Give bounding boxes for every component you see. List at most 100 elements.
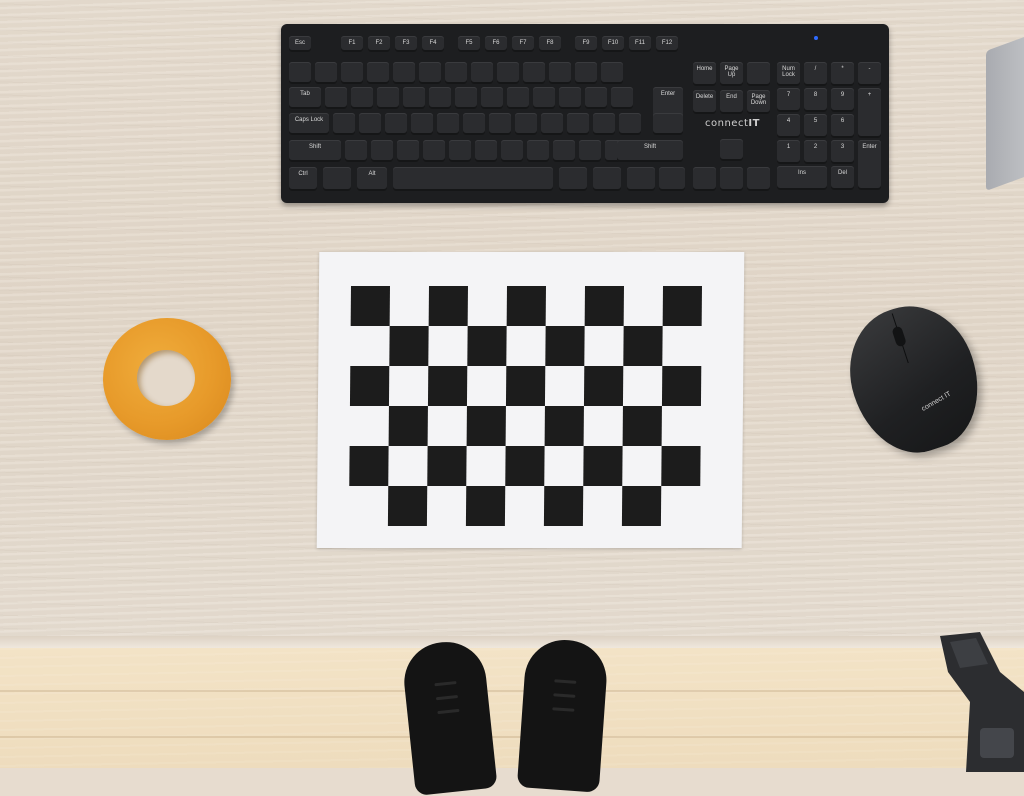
grip-ring-hole (137, 350, 195, 406)
checker-square (349, 446, 389, 486)
keyboard-key (449, 140, 471, 162)
keyboard-key (553, 140, 575, 162)
keyboard-key: Delete (693, 90, 716, 114)
keyboard-key: F11 (629, 36, 651, 52)
keyboard-key (411, 113, 433, 135)
keyboard-key: F7 (512, 36, 534, 52)
keyboard-key (593, 113, 615, 135)
keyboard-key: F5 (458, 36, 480, 52)
shoe-lace (435, 694, 459, 701)
keyboard-key (333, 113, 355, 135)
shoe-lace (553, 693, 576, 698)
keyboard-key (497, 62, 519, 84)
keyboard-key (720, 167, 743, 191)
keyboard-brand-name: connect (705, 118, 749, 129)
checker-square (623, 326, 663, 366)
keyboard-brand: connectIT (705, 118, 760, 129)
checker-square (662, 286, 702, 326)
keyboard-key (315, 62, 337, 84)
checker-square (505, 366, 546, 406)
keyboard-key (527, 140, 549, 162)
mouse-brand: connect IT (920, 390, 953, 413)
keyboard-key (481, 87, 503, 109)
keyboard-key: / (804, 62, 827, 86)
checker-square (622, 406, 662, 446)
keyboard-key (393, 62, 415, 84)
keyboard-key: F3 (395, 36, 417, 52)
keyboard-key (659, 167, 685, 191)
checker-square (467, 326, 507, 366)
keyboard-key (501, 140, 523, 162)
shoe-lace (552, 707, 575, 712)
keyboard-key: F2 (368, 36, 390, 52)
calibration-checkerboard-paper (316, 252, 745, 548)
checker-square (388, 406, 428, 446)
keyboard-key (507, 87, 529, 109)
keyboard-key: F12 (656, 36, 678, 52)
desk-scene: Esc F1 F2 F3 F4 F5 F6 F7 F8 F9 F10 F11 F12 Tab Enter Ca… (0, 0, 1024, 796)
keyboard-key: F9 (575, 36, 597, 52)
keyboard-key (747, 62, 770, 86)
keyboard-key (747, 167, 770, 191)
keyboard: Esc F1 F2 F3 F4 F5 F6 F7 F8 F9 F10 F11 F12 Tab Enter Ca… (281, 24, 889, 203)
keyboard-key (627, 167, 655, 191)
keyboard-key (533, 87, 555, 109)
keyboard-key (559, 87, 581, 109)
keyboard-key: 8 (804, 88, 827, 112)
keyboard-key (423, 140, 445, 162)
checker-square (387, 486, 428, 526)
checker-square (544, 406, 584, 446)
keyboard-key: Del (831, 166, 854, 190)
keyboard-key: Page Down (747, 90, 770, 114)
keyboard-key (289, 62, 311, 84)
keyboard-key (455, 87, 477, 109)
checker-square (584, 286, 624, 326)
keyboard-key: Shift (289, 140, 341, 162)
keyboard-key (720, 139, 743, 161)
keyboard-key: End (720, 90, 743, 114)
keyboard-key: Esc (289, 36, 311, 52)
keyboard-key (549, 62, 571, 84)
keyboard-key (419, 62, 441, 84)
checker-square (506, 286, 546, 326)
keyboard-key: Alt (357, 167, 387, 191)
checker-square (545, 326, 585, 366)
checker-square (428, 286, 468, 326)
right-shoe (516, 637, 610, 793)
keyboard-key (575, 62, 597, 84)
keyboard-key (371, 140, 393, 162)
shoe-lace (554, 679, 577, 684)
keyboard-key (437, 113, 459, 135)
checker-square (661, 446, 701, 486)
keyboard-key: Enter (858, 140, 881, 190)
keyboard-key (619, 113, 641, 135)
keyboard-key (377, 87, 399, 109)
keyboard-key (653, 113, 683, 135)
checker-square (661, 366, 702, 406)
keyboard-key (397, 140, 419, 162)
keyboard-key: F8 (539, 36, 561, 52)
checker-square (389, 326, 429, 366)
keyboard-key (475, 140, 497, 162)
keyboard-key: F6 (485, 36, 507, 52)
laptop-corner (986, 29, 1024, 191)
checker-square (349, 366, 390, 406)
keyboard-key: + (858, 88, 881, 138)
keyboard-key (567, 113, 589, 135)
mouse-scroll-wheel (891, 325, 907, 348)
keyboard-key (393, 167, 553, 191)
keyboard-key: F10 (602, 36, 624, 52)
keyboard-brand-suffix: IT (748, 118, 760, 129)
keyboard-key (429, 87, 451, 109)
keyboard-key: Tab (289, 87, 321, 109)
keyboard-key: 9 (831, 88, 854, 112)
checker-square (427, 366, 468, 406)
keyboard-key: Page Up (720, 62, 743, 86)
keyboard-key: 4 (777, 114, 800, 138)
keyboard-key: Shift (617, 140, 683, 162)
keyboard-key: Ctrl (289, 167, 317, 191)
checker-square (465, 486, 506, 526)
keyboard-key: Home (693, 62, 716, 86)
checker-square (350, 286, 390, 326)
keyboard-key (359, 113, 381, 135)
